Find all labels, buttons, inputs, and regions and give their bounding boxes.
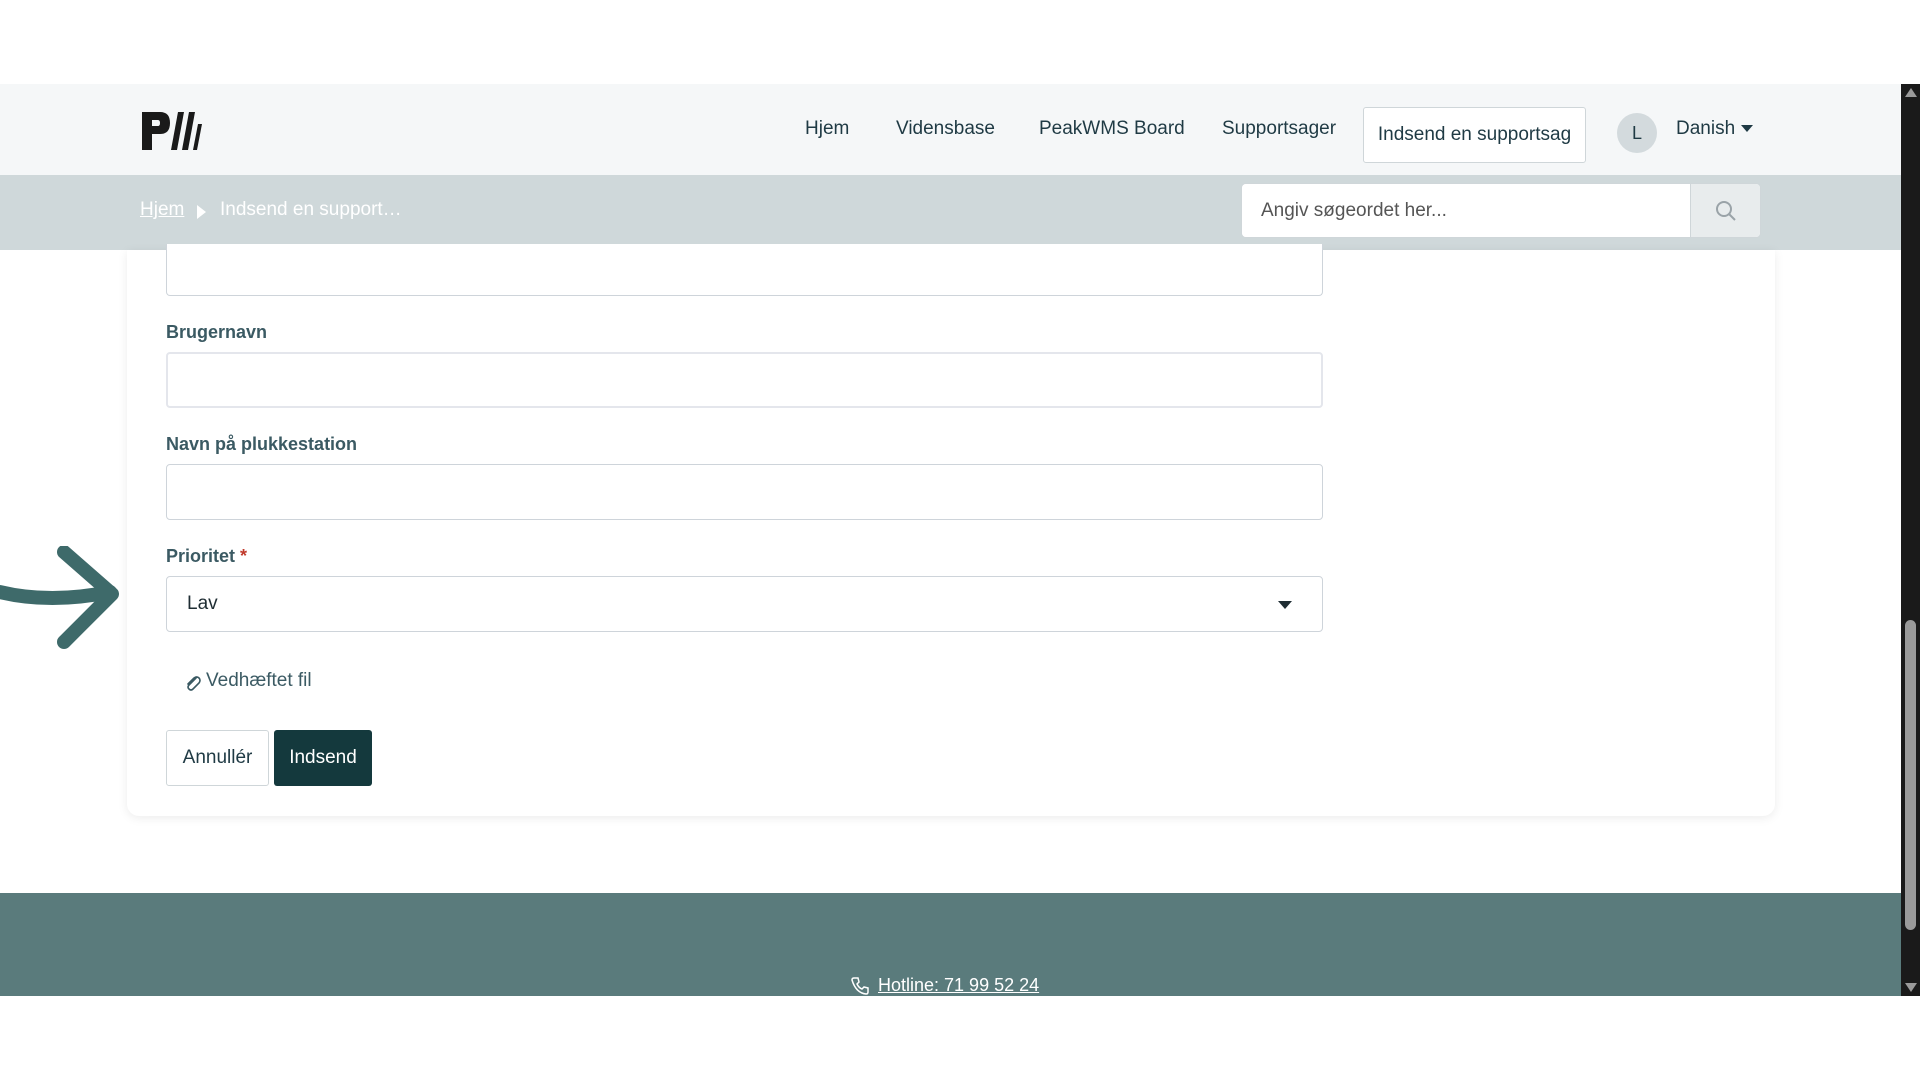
caret-down-icon — [1741, 125, 1754, 133]
language-dropdown[interactable]: Danish — [1676, 118, 1754, 140]
priority-select[interactable]: Lav — [166, 576, 1323, 632]
nav-support-cases[interactable]: Supportsager — [1222, 118, 1336, 140]
username-input[interactable] — [166, 352, 1323, 408]
priority-label: Prioritet * — [166, 546, 247, 567]
breadcrumb-current: Indsend en support… — [220, 199, 402, 220]
paperclip-icon — [187, 676, 201, 691]
avatar[interactable]: L — [1617, 113, 1657, 153]
search-input[interactable] — [1242, 184, 1692, 237]
site-footer: Hotline: 71 99 52 24 — [0, 893, 1901, 996]
required-marker: * — [240, 546, 248, 566]
station-input[interactable] — [166, 464, 1323, 520]
hotline-link[interactable]: Hotline: 71 99 52 24 — [850, 975, 1039, 996]
hotline-text: Hotline: 71 99 52 24 — [878, 975, 1040, 995]
language-label: Danish — [1676, 118, 1736, 139]
station-label: Navn på plukkestation — [166, 434, 358, 454]
site-header: Hjem Vidensbase PeakWMS Board Supportsag… — [0, 84, 1901, 175]
priority-value: Lav — [187, 593, 218, 614]
nav-home[interactable]: Hjem — [805, 118, 849, 140]
attach-label: Vedhæftet fil — [206, 670, 312, 691]
username-label: Brugernavn — [166, 322, 268, 342]
breadcrumb-home-link[interactable]: Hjem — [140, 199, 184, 221]
arrow-right-icon — [0, 546, 119, 649]
scroll-down-icon[interactable] — [1905, 983, 1917, 992]
attach-file-link[interactable]: Vedhæftet fil — [184, 670, 312, 692]
scrollbar-thumb[interactable] — [1905, 620, 1916, 930]
browser-viewport: Hjem Vidensbase PeakWMS Board Supportsag… — [0, 84, 1920, 996]
submit-ticket-button[interactable]: Indsend en supportsag — [1363, 107, 1586, 163]
logo[interactable] — [140, 110, 202, 152]
chevron-down-icon — [1278, 601, 1292, 609]
phone-icon — [851, 976, 869, 995]
breadcrumb-separator-icon — [197, 205, 206, 219]
search-icon — [1715, 200, 1736, 221]
scroll-up-icon[interactable] — [1905, 88, 1917, 97]
search-button[interactable] — [1690, 184, 1760, 237]
search-box — [1241, 183, 1761, 238]
cancel-button[interactable]: Annullér — [166, 730, 269, 786]
nav-knowledge-base[interactable]: Vidensbase — [896, 118, 995, 140]
priority-label-text: Prioritet — [166, 546, 236, 566]
submit-button[interactable]: Indsend — [274, 730, 372, 786]
scrollbar[interactable] — [1901, 84, 1920, 996]
nav-peakwms-board[interactable]: PeakWMS Board — [1039, 118, 1185, 140]
form-card — [127, 250, 1775, 816]
breadcrumb-bar: Hjem Indsend en support… — [0, 175, 1901, 250]
previous-field-input[interactable] — [166, 244, 1323, 296]
